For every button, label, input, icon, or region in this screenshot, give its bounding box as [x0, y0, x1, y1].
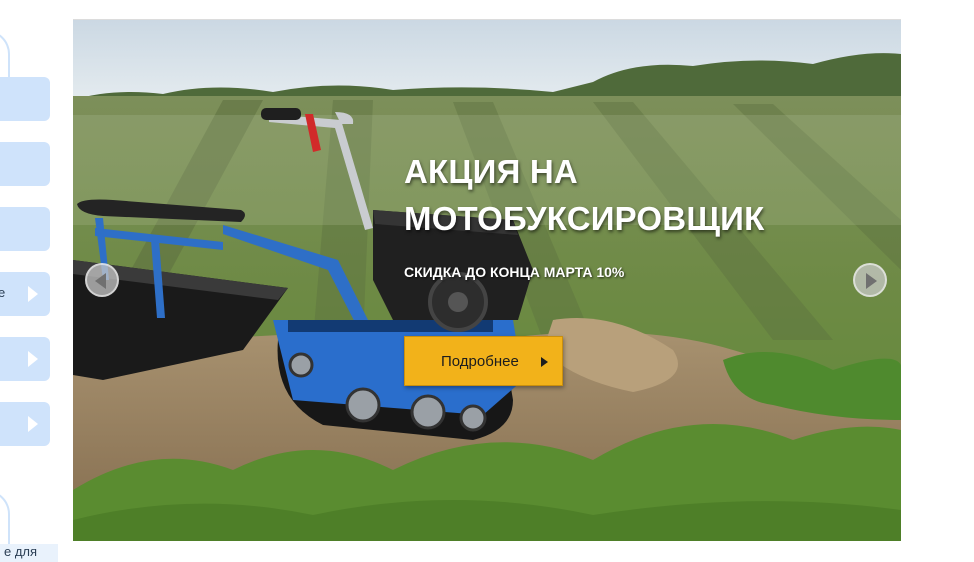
promo-subtitle: СКИДКА ДО КОНЦА МАРТА 10% — [404, 264, 625, 280]
chevron-right-icon — [28, 416, 38, 432]
sidebar-item[interactable] — [0, 207, 50, 251]
promo-headline: АКЦИЯ НА МОТОБУКСИРОВЩИК — [404, 148, 764, 242]
chevron-right-icon — [866, 273, 877, 289]
sidebar-link-fragment[interactable]: е для — [0, 544, 58, 562]
sidebar-item-label: е — [0, 285, 6, 300]
chevron-left-icon — [95, 273, 106, 289]
chevron-right-icon — [28, 351, 38, 367]
slider-next-button[interactable] — [853, 263, 887, 297]
triangle-right-icon — [541, 357, 548, 367]
left-sidebar: е е для — [0, 0, 60, 562]
slide-image-tracked-carrier-in-field — [73, 20, 901, 541]
sidebar-item[interactable] — [0, 77, 50, 121]
slider-prev-button[interactable] — [85, 263, 119, 297]
sidebar-item[interactable] — [0, 142, 50, 186]
promo-headline-line-1: АКЦИЯ НА — [404, 153, 578, 190]
more-details-button[interactable]: Подробнее — [404, 336, 563, 386]
promo-headline-line-2: МОТОБУКСИРОВЩИК — [404, 200, 765, 237]
sidebar-item[interactable] — [0, 337, 50, 381]
promo-slider[interactable]: АКЦИЯ НА МОТОБУКСИРОВЩИК СКИДКА ДО КОНЦА… — [73, 19, 901, 541]
sidebar-item[interactable] — [0, 402, 50, 446]
sidebar-item[interactable]: е — [0, 272, 50, 316]
more-details-button-label: Подробнее — [441, 353, 519, 370]
chevron-right-icon — [28, 286, 38, 302]
